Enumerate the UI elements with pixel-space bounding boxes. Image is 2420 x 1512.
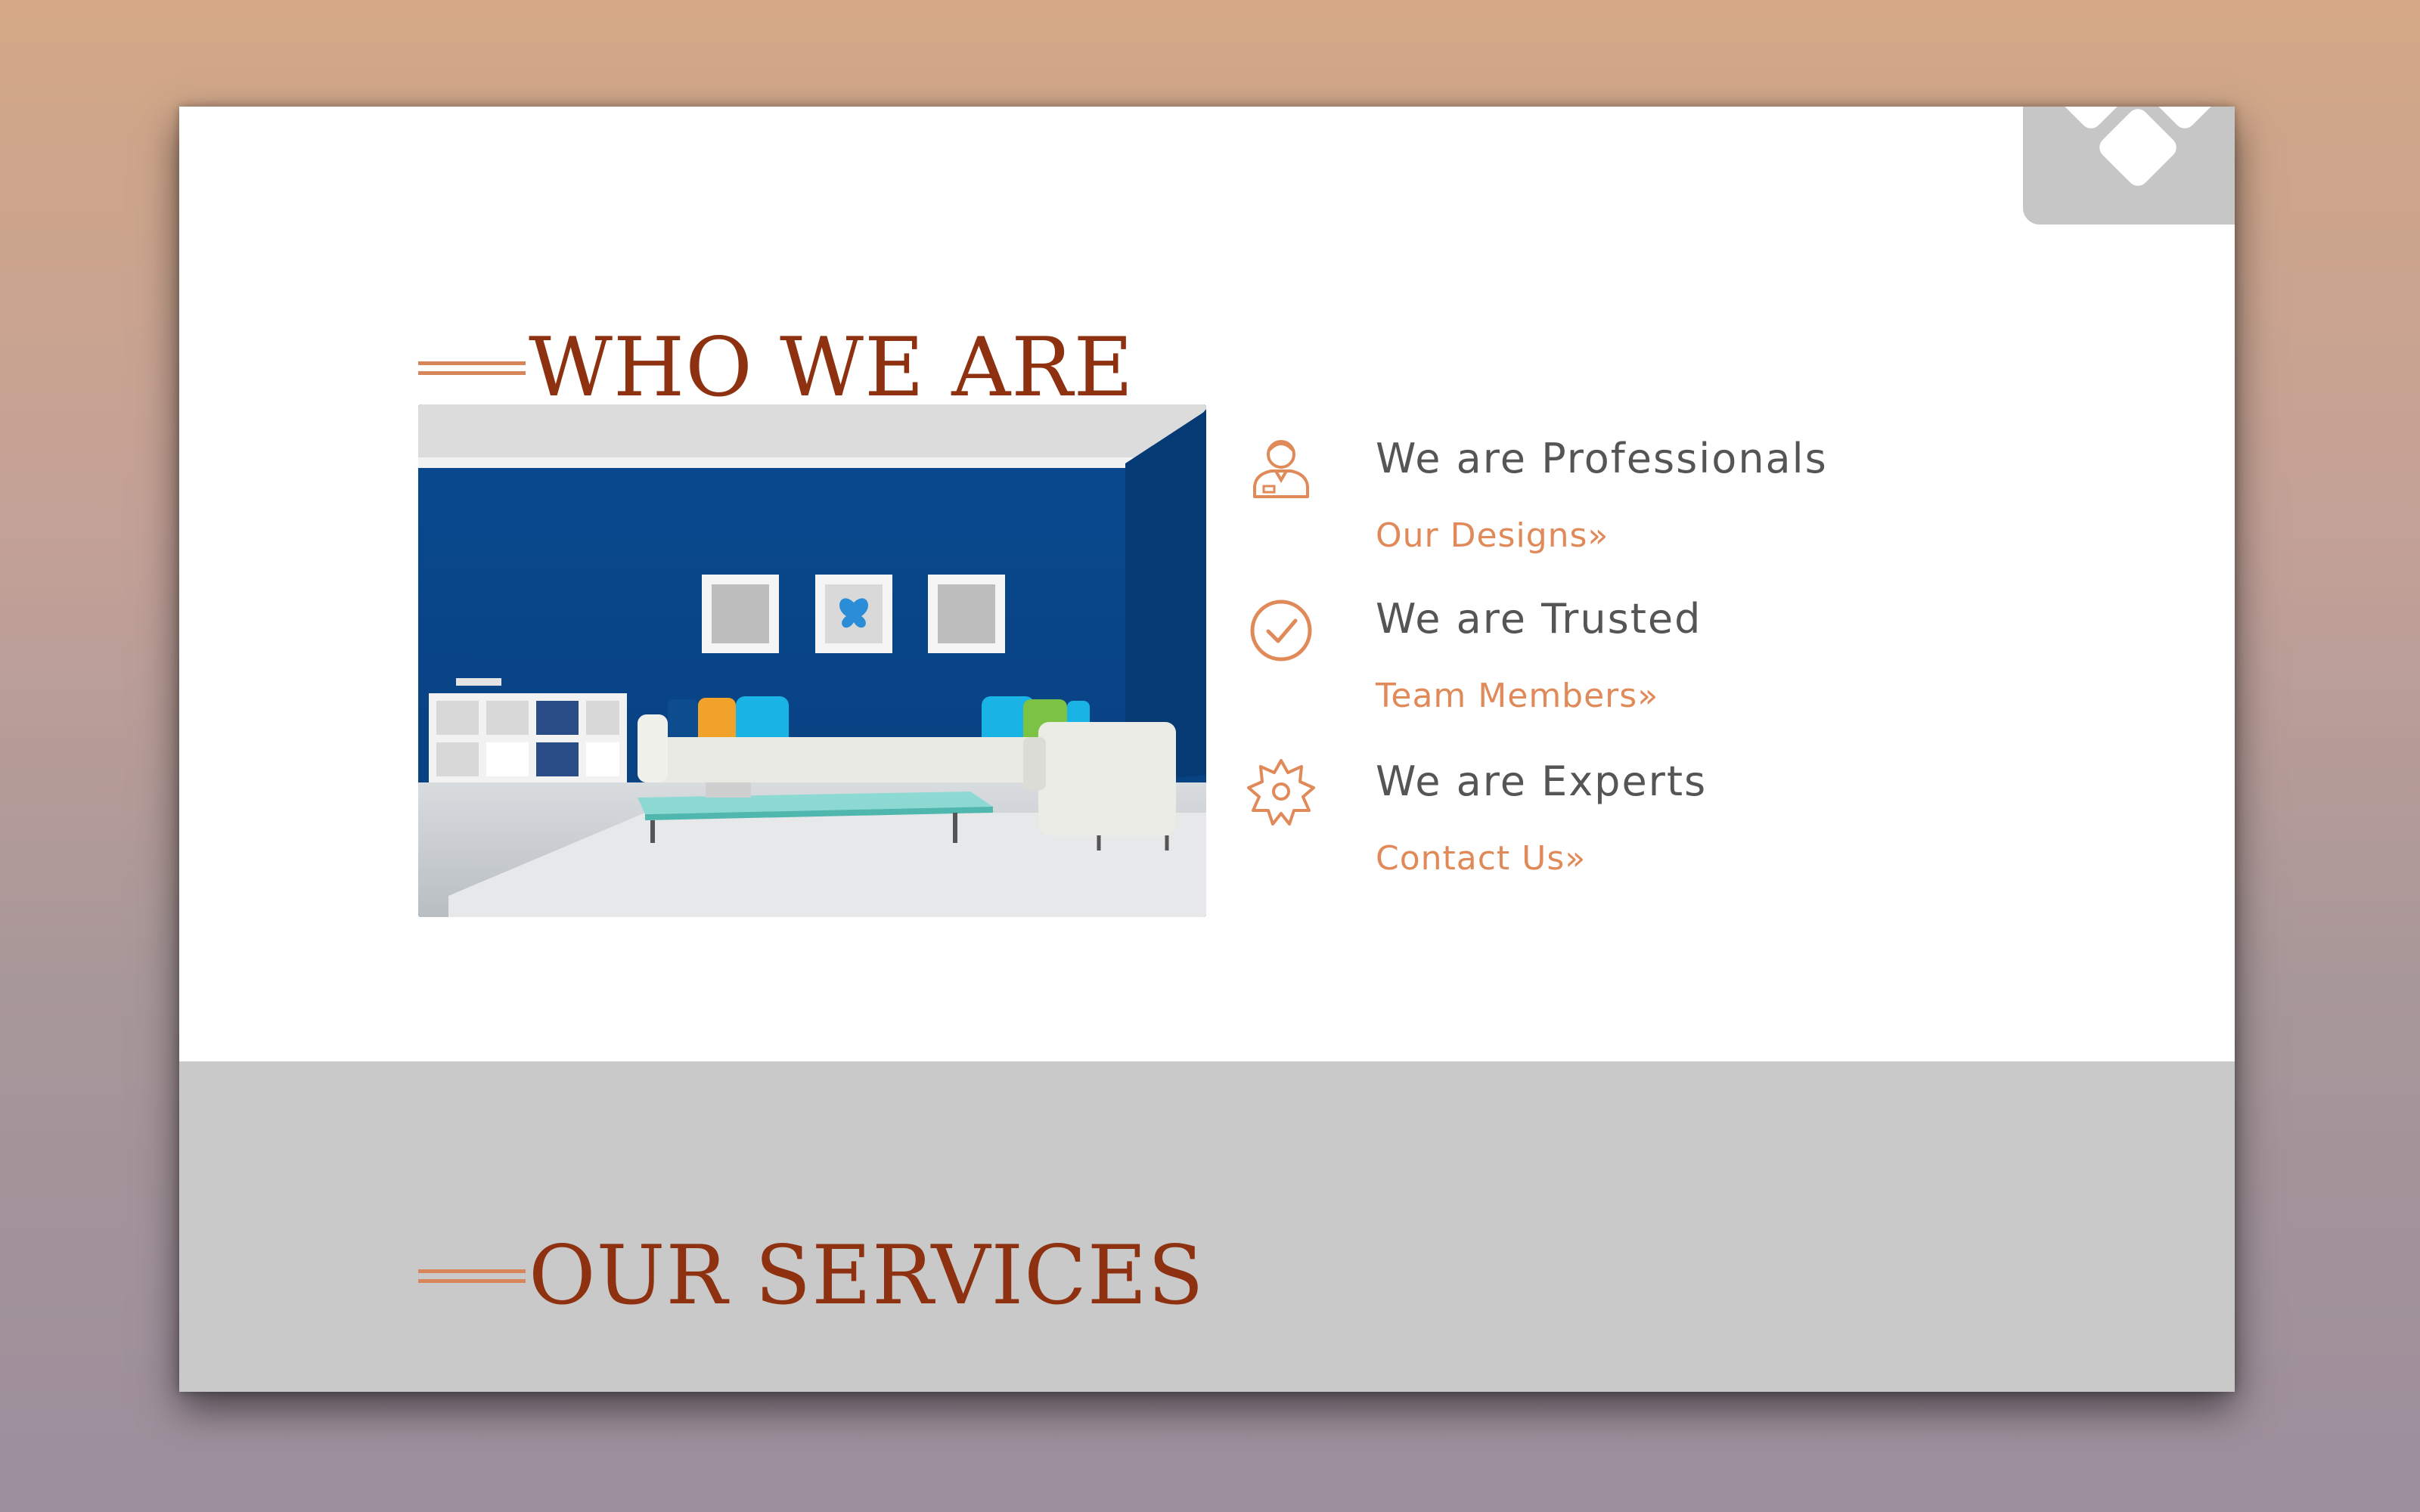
feature-trusted: We are Trusted Team Members» [1247,584,2003,736]
our-services-heading: OUR SERVICES [418,1235,1205,1317]
feature-experts: We are Experts Contact Us» [1247,747,2003,898]
our-services-title: OUR SERVICES [529,1228,1205,1323]
title-accent-line [418,1269,526,1283]
who-we-are-title: WHO WE ARE [529,321,1134,415]
gear-badge-icon [1247,759,1315,826]
feature-title-trusted: We are Trusted [1376,595,1702,643]
page-window: WHO WE ARE We are Professionals Our Desi… [179,107,2235,1392]
contact-us-link[interactable]: Contact Us» [1376,839,1586,878]
services-section: OUR SERVICES [179,1061,2235,1392]
feature-title-professionals: We are Professionals [1376,435,1828,482]
living-room-photo [418,404,1206,917]
our-designs-link[interactable]: Our Designs» [1376,516,1609,555]
professional-person-icon [1253,440,1309,498]
team-members-link[interactable]: Team Members» [1376,677,1658,715]
who-we-are-heading: WHO WE ARE [418,327,1134,409]
diamond-logo-icon[interactable] [2023,107,2235,225]
feature-title-experts: We are Experts [1376,758,1708,805]
feature-professionals: We are Professionals Our Designs» [1247,424,2003,575]
check-circle-icon [1250,600,1312,662]
title-accent-line [418,361,526,375]
